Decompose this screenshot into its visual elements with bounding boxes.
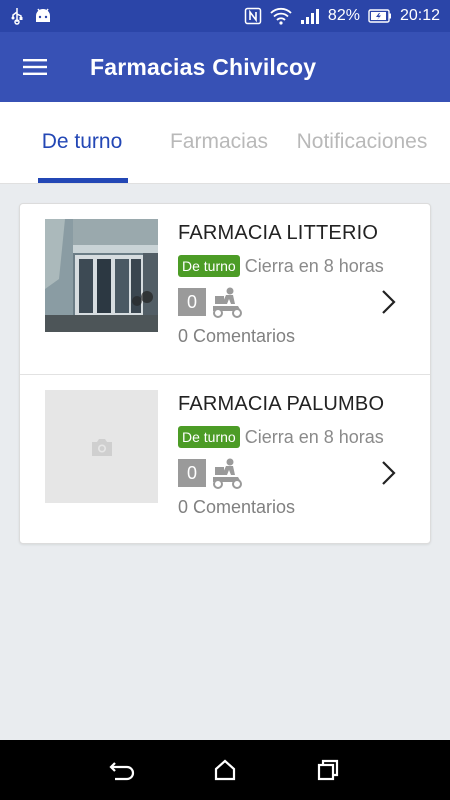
recents-icon xyxy=(318,759,339,781)
tab-de-turno[interactable]: De turno xyxy=(0,101,164,183)
pharmacy-info: FARMACIA PALUMBO De turno Cierra en 8 ho… xyxy=(178,393,408,518)
closing-time: Cierra en 8 horas xyxy=(244,426,384,447)
pharmacy-card[interactable]: FARMACIA LITTERIO De turno Cierra en 8 h… xyxy=(20,204,430,374)
chevron-right-icon[interactable] xyxy=(380,289,396,315)
system-nav-bar xyxy=(0,740,450,800)
usb-icon xyxy=(11,8,23,25)
comments-count: 0 Comentarios xyxy=(178,497,296,517)
icons-row: 0 xyxy=(178,286,408,318)
pharmacy-card[interactable]: FARMACIA PALUMBO De turno Cierra en 8 ho… xyxy=(20,374,430,544)
signal-icon xyxy=(300,9,319,24)
home-icon xyxy=(214,759,236,781)
pharmacy-photo xyxy=(45,219,158,332)
on-duty-badge: De turno xyxy=(178,426,240,448)
tab-label: Notificaciones xyxy=(296,130,428,153)
app-bar: Farmacias Chivilcoy xyxy=(0,32,450,102)
tab-notificaciones[interactable]: Notificaciones xyxy=(274,101,450,183)
back-button[interactable] xyxy=(102,750,142,790)
clock: 20:12 xyxy=(399,7,440,24)
app-title: Farmacias Chivilcoy xyxy=(90,53,317,80)
camera-icon xyxy=(91,438,112,456)
battery-percent: 82% xyxy=(327,7,360,24)
back-icon xyxy=(109,762,134,781)
tab-bar: De turno Farmacias Notificaciones xyxy=(0,102,450,184)
status-row: De turno Cierra en 8 horas xyxy=(178,255,408,277)
tab-label: Farmacias xyxy=(169,130,269,153)
android-icon xyxy=(36,8,50,22)
delivery-scooter-icon xyxy=(213,287,242,318)
pharmacy-name: FARMACIA PALUMBO xyxy=(178,393,385,415)
comments-count: 0 Comentarios xyxy=(178,326,296,346)
on-duty-badge: De turno xyxy=(178,255,240,277)
count-box: 0 xyxy=(178,288,206,316)
pharmacy-photo-placeholder xyxy=(45,390,158,503)
tab-farmacias[interactable]: Farmacias xyxy=(164,101,274,183)
pharmacy-name: FARMACIA LITTERIO xyxy=(178,222,379,244)
chevron-right-icon[interactable] xyxy=(380,460,396,486)
status-row: De turno Cierra en 8 horas xyxy=(178,426,408,448)
home-button[interactable] xyxy=(205,750,245,790)
delivery-scooter-icon xyxy=(213,458,242,489)
icons-row: 0 xyxy=(178,457,408,489)
wifi-icon xyxy=(270,7,292,25)
closing-time: Cierra en 8 horas xyxy=(244,255,384,276)
active-tab-indicator xyxy=(38,178,128,183)
tab-label: De turno xyxy=(41,130,123,153)
pharmacy-list: FARMACIA LITTERIO De turno Cierra en 8 h… xyxy=(19,203,431,544)
count-box: 0 xyxy=(178,459,206,487)
pharmacy-info: FARMACIA LITTERIO De turno Cierra en 8 h… xyxy=(178,222,408,347)
hamburger-menu-icon xyxy=(23,59,47,75)
status-bar: 82% 20:12 xyxy=(0,0,450,32)
nfc-icon xyxy=(244,7,262,25)
recents-button[interactable] xyxy=(308,750,348,790)
menu-button[interactable] xyxy=(0,32,70,102)
battery-icon xyxy=(368,9,391,23)
